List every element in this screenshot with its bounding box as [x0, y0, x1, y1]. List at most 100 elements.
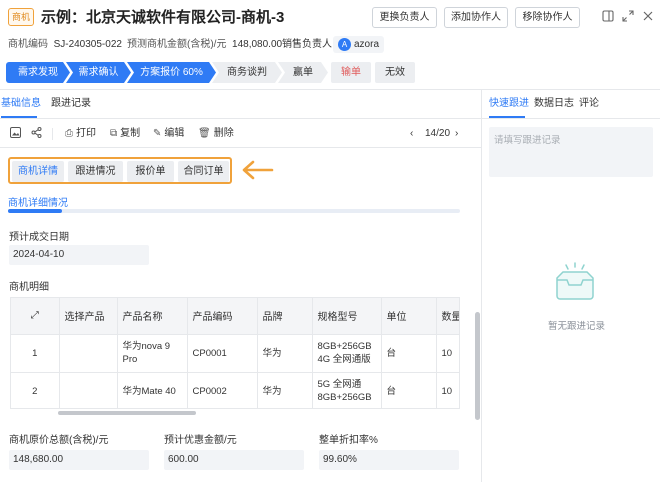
table-header-row: ⤢ 选择产品 产品名称 产品编码 品牌 规格型号 单位 数量: [11, 298, 459, 335]
section-title: 商机详细情况: [8, 198, 68, 209]
code-value: SJ-240305-022: [53, 39, 122, 50]
table-horizontal-scrollbar[interactable]: [58, 411, 196, 415]
toolbar-divider: [52, 128, 53, 140]
product-table: ⤢ 选择产品 产品名称 产品编码 品牌 规格型号 单位 数量 1 华为nova …: [10, 297, 460, 409]
col-brand: 品牌: [257, 298, 313, 335]
row-name: 华为Mate 40: [117, 372, 188, 408]
tab-comments[interactable]: 评论: [579, 97, 599, 111]
close-date-field[interactable]: 2024-04-10: [9, 245, 149, 265]
subtab-opportunity-detail[interactable]: 商机详情: [12, 161, 64, 182]
amount-label: 预测商机金额(含税)/元: [127, 39, 227, 50]
tabs-divider: [0, 118, 481, 119]
resize-icon[interactable]: ⤢: [11, 298, 60, 335]
table-row[interactable]: 2 华为Mate 40 CP0002 华为 5G 全网通 8GB+256GB 台 …: [11, 372, 459, 408]
discount-field[interactable]: 600.00: [164, 450, 304, 470]
empty-inbox-icon: [556, 262, 594, 300]
stage-need-discovery[interactable]: 需求发现: [6, 62, 70, 83]
owner-chip[interactable]: Aazora: [333, 36, 385, 53]
owner-name: azora: [354, 39, 380, 50]
tab-basic-info[interactable]: 基础信息: [1, 97, 41, 111]
close-icon[interactable]: [641, 10, 655, 24]
add-collaborator-button[interactable]: 添加协作人: [444, 7, 508, 28]
row-spec-line: 5G 全网通: [317, 379, 362, 390]
owner-label: 销售负责人: [282, 39, 332, 50]
col-code: 产品编码: [187, 298, 258, 335]
row-spec-line: 8GB+256GB: [317, 392, 372, 403]
delete-button[interactable]: 🗑 删除: [198, 127, 234, 141]
row-name: 华为nova 9 Pro: [117, 334, 188, 373]
trash-icon: 🗑: [198, 128, 211, 139]
stage-lost[interactable]: 输单: [331, 62, 371, 83]
panel-divider: [481, 89, 482, 482]
orig-total-label: 商机原价总额(含税)/元: [9, 435, 109, 446]
print-label: 打印: [76, 128, 96, 139]
delete-label: 删除: [213, 128, 234, 139]
remove-collaborator-button[interactable]: 移除协作人: [515, 7, 580, 28]
follow-record-input[interactable]: [489, 127, 653, 177]
row-brand: 华为: [257, 334, 313, 373]
table-row[interactable]: 1 华为nova 9 Pro CP0001 华为 8GB+256GB 4G 全网通…: [11, 334, 459, 373]
row-spec: 8GB+256GB 4G 全网通版: [312, 334, 382, 373]
page-title: 示例：北京天诚软件有限公司-商机-3: [41, 9, 285, 26]
edit-icon: ✎: [153, 128, 162, 139]
stage-need-confirm[interactable]: 需求确认: [66, 62, 131, 83]
subtab-quote[interactable]: 报价单: [127, 161, 174, 182]
avatar: A: [338, 37, 351, 51]
main-vertical-scrollbar[interactable]: [475, 312, 480, 420]
subtab-contract[interactable]: 合同订单: [178, 161, 229, 182]
next-record-button[interactable]: ›: [455, 127, 458, 141]
stage-quotation[interactable]: 方案报价 60%: [127, 62, 216, 83]
row-spec-line: 4G 全网通版: [317, 354, 371, 365]
col-unit: 单位: [381, 298, 437, 335]
split-view-icon[interactable]: [601, 10, 615, 24]
prev-record-button[interactable]: ‹: [410, 127, 413, 141]
copy-button[interactable]: ⧉ 复制: [110, 127, 140, 141]
copy-label: 复制: [120, 128, 141, 139]
row-spec: 5G 全网通 8GB+256GB: [312, 372, 382, 408]
pager-count: 14/20: [425, 128, 451, 139]
row-select[interactable]: [59, 372, 118, 408]
edit-button[interactable]: ✎ 编辑: [153, 127, 184, 141]
record-type-tag: 商机: [8, 8, 34, 26]
print-icon: ⎙: [65, 128, 73, 139]
subtab-follow-status[interactable]: 跟进情况: [68, 161, 123, 182]
section-track: [8, 209, 460, 213]
stage-negotiation[interactable]: 商务谈判: [212, 62, 282, 83]
section-track-active: [8, 209, 62, 213]
row-unit: 台: [381, 334, 437, 373]
edit-label: 编辑: [164, 128, 185, 139]
col-qty: 数量: [436, 298, 459, 335]
stage-won[interactable]: 赢单: [278, 62, 328, 83]
amount-value: 148,080.00: [232, 39, 283, 50]
discount-rate-field[interactable]: 99.60%: [319, 450, 459, 470]
row-qty: 10: [436, 372, 459, 408]
discount-rate-label: 整单折扣率%: [319, 435, 378, 446]
image-icon[interactable]: [10, 127, 21, 143]
col-select: 选择产品: [59, 298, 118, 335]
row-spec-line: 8GB+256GB: [317, 341, 372, 352]
discount-label: 预计优惠金额/元: [164, 435, 237, 446]
stage-invalid[interactable]: 无效: [375, 62, 415, 83]
tab-follow-records[interactable]: 跟进记录: [51, 97, 91, 111]
row-index: 2: [11, 372, 60, 408]
row-code: CP0001: [187, 334, 258, 373]
tab-data-log[interactable]: 数据日志: [534, 97, 574, 111]
row-code: CP0002: [187, 372, 258, 408]
tab-quick-follow[interactable]: 快速跟进: [489, 97, 529, 111]
row-unit: 台: [381, 372, 437, 408]
change-owner-button[interactable]: 更换负责人: [372, 7, 437, 28]
expand-icon[interactable]: [621, 10, 635, 24]
empty-state-text: 暂无跟进记录: [548, 321, 606, 332]
opportunity-code: 商机编码 SJ-240305-022: [8, 38, 122, 52]
share-icon[interactable]: [31, 127, 42, 143]
header-divider: [0, 89, 660, 90]
toolbar-divider-bottom: [0, 147, 481, 148]
row-index: 1: [11, 334, 60, 373]
orig-total-field[interactable]: 148,680.00: [9, 450, 149, 470]
col-spec: 规格型号: [312, 298, 382, 335]
row-select[interactable]: [59, 334, 118, 373]
row-brand: 华为: [257, 372, 313, 408]
print-button[interactable]: ⎙ 打印: [65, 127, 96, 141]
col-name: 产品名称: [117, 298, 188, 335]
detail-label: 商机明细: [9, 282, 49, 293]
